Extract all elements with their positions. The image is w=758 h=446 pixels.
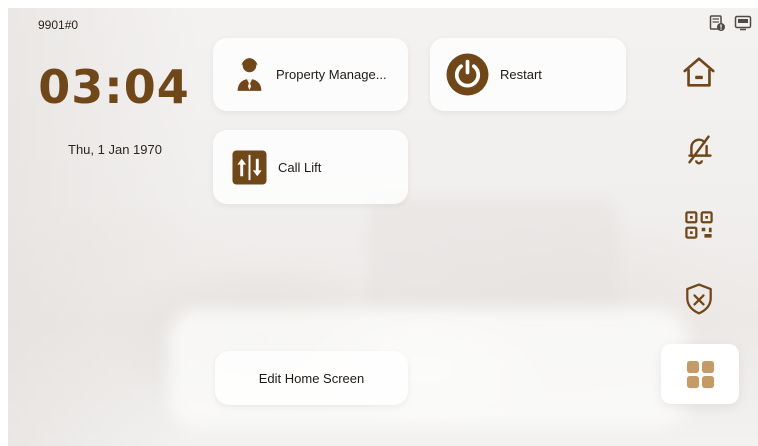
home-icon [680,53,718,91]
property-management-tile[interactable]: Property Manage... [213,38,408,111]
sidebar-item-apps[interactable] [661,344,739,404]
restart-label: Restart [500,67,542,82]
restart-tile[interactable]: Restart [430,38,626,111]
grid-icon [685,359,716,390]
elevator-icon [232,149,267,185]
device-id: 9901#0 [38,18,79,32]
sidebar-item-home[interactable] [660,43,738,101]
home-screen: 9901#0 03:04 Thu, 1 Jan 1970 Property Ma… [8,8,758,446]
shield-x-icon [681,281,717,317]
clock-time: 03:04 [38,60,190,114]
sidebar-item-do-not-disturb[interactable] [660,120,738,178]
status-icons [708,14,752,32]
call-lift-tile[interactable]: Call Lift [213,130,408,204]
edit-home-screen-button[interactable]: Edit Home Screen [215,351,408,405]
storage-status-icon [708,14,726,32]
call-lift-label: Call Lift [278,159,322,175]
clock-date: Thu, 1 Jan 1970 [68,142,162,157]
bell-off-icon [680,130,718,168]
qr-code-icon [681,207,717,243]
edit-home-screen-label: Edit Home Screen [258,370,365,386]
power-icon [446,53,489,96]
sidebar-item-security[interactable] [660,270,738,328]
property-management-label: Property Manage... [276,67,387,82]
display-status-icon [734,14,752,32]
person-icon [234,56,265,93]
background-headboard [368,198,618,318]
sidebar-item-qr-code[interactable] [660,196,738,254]
